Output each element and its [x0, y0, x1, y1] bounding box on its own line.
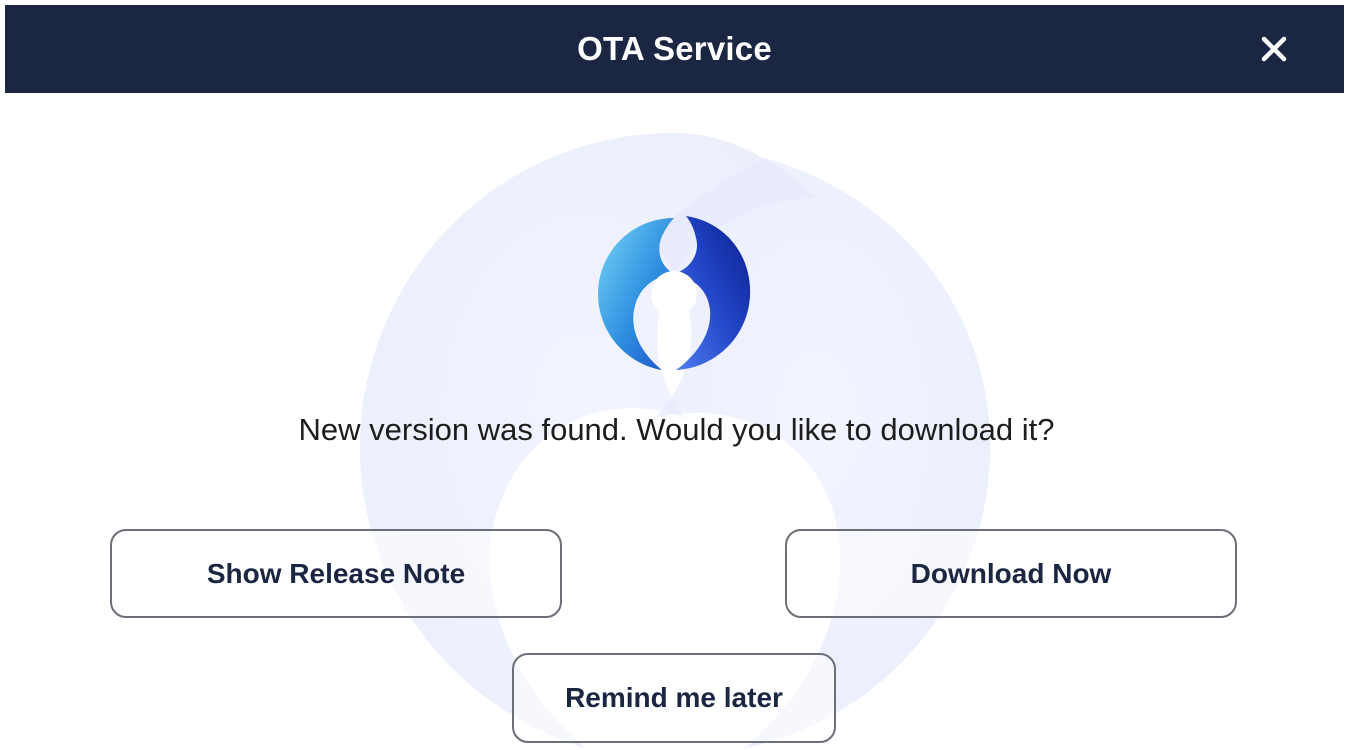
ota-dialog: OTA Service New version was found. Would…	[0, 0, 1353, 750]
close-icon	[1261, 36, 1287, 62]
dialog-title: OTA Service	[577, 30, 772, 67]
update-message: New version was found. Would you like to…	[298, 412, 1055, 447]
update-sync-icon	[598, 216, 751, 370]
show-release-note-button[interactable]: Show Release Note	[110, 529, 562, 618]
remind-later-button[interactable]: Remind me later	[512, 653, 836, 743]
download-now-button[interactable]: Download Now	[785, 529, 1237, 618]
close-button[interactable]	[1252, 27, 1296, 71]
title-bar: OTA Service	[5, 5, 1344, 93]
